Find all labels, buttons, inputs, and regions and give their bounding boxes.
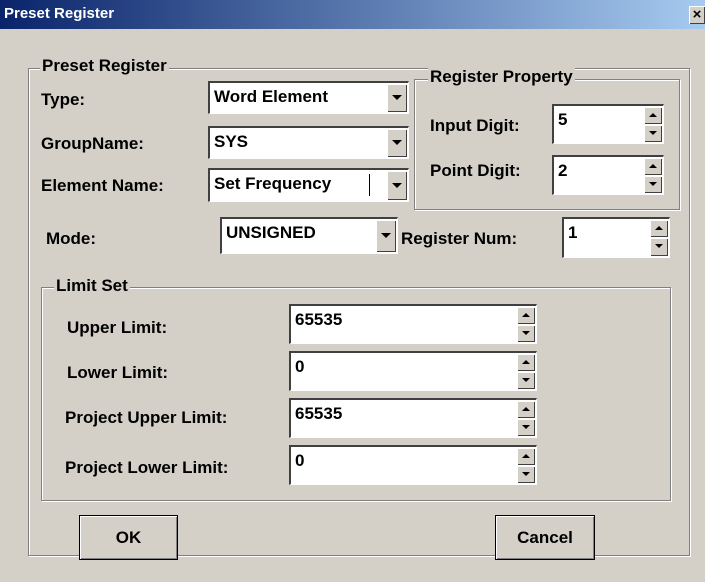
arrow-up-icon	[522, 360, 530, 364]
project-upper-limit-spinner[interactable]: 65535	[289, 398, 537, 438]
arrow-up-icon	[522, 407, 530, 411]
chevron-down-icon	[392, 183, 402, 188]
close-icon: ×	[692, 6, 702, 23]
arrow-up-icon	[522, 313, 530, 317]
project-lower-limit-spinner[interactable]: 0	[289, 445, 537, 485]
limit-set-legend: Limit Set	[54, 276, 130, 296]
mode-dropdown-button[interactable]	[376, 220, 396, 252]
register-num-label: Register Num:	[401, 229, 518, 248]
window-title: Preset Register	[4, 5, 115, 22]
arrow-down-icon	[522, 331, 530, 335]
element-name-label: Element Name:	[41, 176, 164, 195]
type-dropdown[interactable]: Word Element	[208, 81, 409, 114]
spin-down-button[interactable]	[517, 325, 535, 342]
upper-limit-label: Upper Limit:	[67, 318, 168, 337]
point-digit-label: Point Digit:	[430, 161, 521, 180]
group-name-dropdown[interactable]: SYS	[208, 126, 409, 159]
chevron-down-icon	[392, 95, 402, 100]
input-digit-spin-buttons	[644, 107, 662, 142]
register-num-value: 1	[568, 223, 578, 242]
point-digit-spin-buttons	[644, 158, 662, 193]
group-name-label: GroupName:	[41, 134, 144, 153]
point-digit-spinner[interactable]: 2	[552, 155, 664, 195]
arrow-up-icon	[522, 454, 530, 458]
spin-down-button[interactable]	[517, 372, 535, 389]
project-lower-limit-value: 0	[295, 451, 305, 470]
spin-up-button[interactable]	[517, 307, 535, 324]
register-num-spinner[interactable]: 1	[562, 217, 670, 258]
title-bar[interactable]: Preset Register ×	[0, 0, 705, 29]
upper-limit-value: 65535	[295, 310, 343, 329]
project-upper-limit-spin-buttons	[517, 401, 535, 436]
element-name-dropdown-button[interactable]	[387, 171, 407, 200]
cancel-button[interactable]: Cancel	[495, 515, 595, 560]
lower-limit-spin-buttons	[517, 354, 535, 389]
element-name-value: Set Frequency	[214, 174, 332, 193]
chevron-down-icon	[381, 233, 391, 238]
upper-limit-spin-buttons	[517, 307, 535, 342]
project-upper-limit-value: 65535	[295, 404, 343, 423]
arrow-up-icon	[649, 113, 657, 117]
project-lower-limit-spin-buttons	[517, 448, 535, 483]
preset-register-dialog: Preset Register × Preset Register Type: …	[0, 0, 705, 582]
spin-up-button[interactable]	[644, 107, 662, 124]
arrow-down-icon	[522, 425, 530, 429]
text-caret	[369, 174, 370, 196]
spin-down-button[interactable]	[650, 238, 668, 256]
spin-up-button[interactable]	[517, 448, 535, 465]
type-value: Word Element	[214, 87, 328, 106]
group-name-value: SYS	[214, 132, 249, 151]
arrow-up-icon	[649, 164, 657, 168]
type-label: Type:	[41, 90, 86, 109]
spin-up-button[interactable]	[650, 220, 668, 237]
point-digit-value: 2	[558, 161, 568, 180]
arrow-down-icon	[522, 378, 530, 382]
arrow-down-icon	[522, 472, 530, 476]
lower-limit-label: Lower Limit:	[67, 363, 169, 382]
arrow-up-icon	[655, 226, 663, 230]
ok-button[interactable]: OK	[79, 515, 178, 560]
spin-down-button[interactable]	[517, 419, 535, 436]
input-digit-spinner[interactable]: 5	[552, 104, 664, 144]
arrow-down-icon	[655, 244, 663, 248]
upper-limit-spinner[interactable]: 65535	[289, 304, 537, 344]
project-lower-limit-label: Project Lower Limit:	[65, 458, 229, 477]
arrow-down-icon	[649, 131, 657, 135]
mode-label: Mode:	[46, 229, 97, 248]
project-upper-limit-label: Project Upper Limit:	[65, 408, 228, 427]
spin-down-button[interactable]	[644, 176, 662, 193]
spin-up-button[interactable]	[644, 158, 662, 175]
preset-register-legend: Preset Register	[40, 56, 169, 76]
register-property-legend: Register Property	[428, 67, 575, 87]
mode-value: UNSIGNED	[226, 223, 316, 242]
chevron-down-icon	[392, 140, 402, 145]
element-name-dropdown[interactable]: Set Frequency	[208, 168, 409, 202]
spin-up-button[interactable]	[517, 354, 535, 371]
spin-up-button[interactable]	[517, 401, 535, 418]
spin-down-button[interactable]	[644, 125, 662, 142]
lower-limit-value: 0	[295, 357, 305, 376]
input-digit-value: 5	[558, 110, 568, 129]
mode-dropdown[interactable]: UNSIGNED	[220, 217, 398, 254]
group-name-dropdown-button[interactable]	[387, 129, 407, 157]
spin-down-button[interactable]	[517, 466, 535, 483]
close-button[interactable]: ×	[689, 6, 705, 24]
arrow-down-icon	[649, 182, 657, 186]
input-digit-label: Input Digit:	[430, 116, 520, 135]
lower-limit-spinner[interactable]: 0	[289, 351, 537, 391]
type-dropdown-button[interactable]	[387, 84, 407, 112]
register-num-spin-buttons	[650, 220, 668, 256]
